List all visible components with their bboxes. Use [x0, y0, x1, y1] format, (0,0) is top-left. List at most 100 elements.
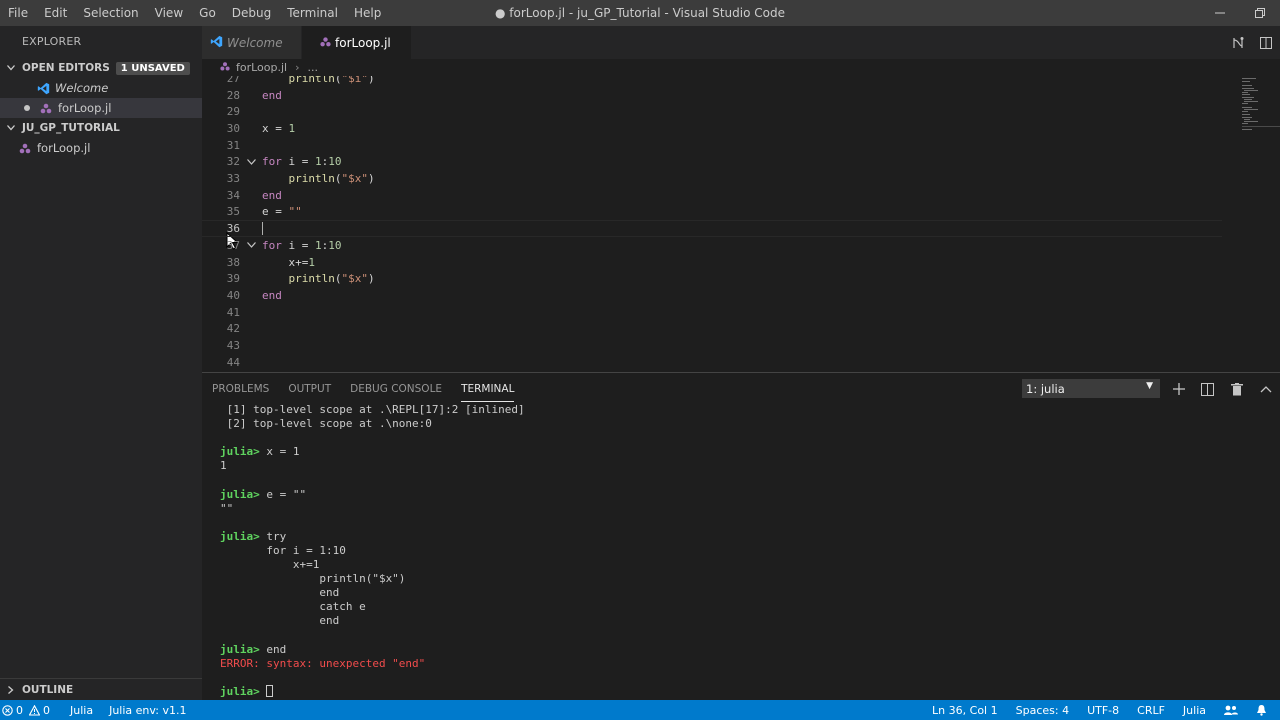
tab-problems[interactable]: PROBLEMS: [212, 377, 269, 401]
status-bar: 0 0 Julia Julia env: v1.1 Ln 36, Col 1 S…: [0, 700, 1280, 720]
outline-label: OUTLINE: [22, 683, 74, 696]
menu-item-edit[interactable]: Edit: [36, 0, 75, 26]
code-line[interactable]: 37 for i = 1:10: [202, 237, 1222, 254]
code-line[interactable]: 35 e = "": [202, 204, 1222, 221]
split-terminal-icon[interactable]: [1193, 382, 1222, 396]
file-item-forloop[interactable]: forLoop.jl: [0, 138, 202, 158]
code-line[interactable]: 33 println("$x"): [202, 170, 1222, 187]
maximize-panel-icon[interactable]: [1251, 385, 1280, 393]
code-line[interactable]: 40 end: [202, 287, 1222, 304]
vscode-icon: [35, 82, 51, 95]
split-editor-icon[interactable]: [1252, 36, 1280, 50]
menu-item-selection[interactable]: Selection: [75, 0, 146, 26]
menu-item-debug[interactable]: Debug: [224, 0, 279, 26]
fold-gutter[interactable]: [240, 158, 262, 165]
code-line[interactable]: 28 end: [202, 87, 1222, 104]
tab-debug-console[interactable]: DEBUG CONSOLE: [350, 377, 442, 401]
explorer-header: EXPLORER: [22, 35, 82, 48]
minimap[interactable]: [1222, 76, 1280, 372]
terminal-line: println("$x"): [220, 572, 406, 586]
line-number: 32: [226, 155, 240, 169]
new-terminal-icon[interactable]: [1164, 383, 1193, 395]
terminal-line: julia> end: [220, 642, 287, 656]
tab-label: forLoop.jl: [335, 35, 391, 50]
indentation-status[interactable]: Spaces: 4: [1007, 704, 1078, 717]
terminal-line: [2] top-level scope at .\none:0: [220, 417, 432, 431]
tab-welcome[interactable]: Welcome: [202, 26, 302, 59]
terminal-output[interactable]: [1] top-level scope at .\REPL[17]:2 [inl…: [220, 403, 1270, 699]
minimize-button[interactable]: [1200, 0, 1240, 26]
eol-status[interactable]: CRLF: [1128, 704, 1174, 717]
code-line[interactable]: 44: [202, 354, 1222, 371]
vscode-icon: [210, 35, 223, 51]
chevron-down-icon: [246, 242, 256, 249]
line-number: 40: [226, 288, 240, 302]
tab-terminal[interactable]: TERMINAL: [461, 377, 515, 402]
open-editors-section[interactable]: OPEN EDITORS 1 UNSAVED: [0, 58, 202, 78]
breadcrumb-file[interactable]: forLoop.jl: [236, 61, 287, 74]
bell-icon[interactable]: [1247, 704, 1276, 716]
code-line[interactable]: 36: [202, 220, 1222, 237]
code-line[interactable]: 31: [202, 137, 1222, 154]
open-editors-label: OPEN EDITORS: [22, 62, 110, 74]
menu-item-help[interactable]: Help: [346, 0, 389, 26]
julia-env-status[interactable]: Julia env: v1.1: [103, 704, 192, 717]
open-editor-item-forloop[interactable]: forLoop.jl: [0, 98, 202, 118]
line-number: 31: [226, 138, 240, 152]
editor-actions: [1224, 26, 1280, 59]
terminal-line: julia> try: [220, 529, 287, 543]
code-text: end: [262, 288, 282, 302]
menu-item-file[interactable]: File: [0, 0, 36, 26]
encoding-status[interactable]: UTF-8: [1078, 704, 1128, 717]
code-text: [262, 222, 263, 236]
menu-item-view[interactable]: View: [147, 0, 191, 26]
code-line[interactable]: 34 end: [202, 187, 1222, 204]
language-server-status[interactable]: Julia: [64, 704, 99, 717]
cursor-position[interactable]: Ln 36, Col 1: [923, 704, 1007, 717]
code-text: end: [262, 188, 282, 202]
terminal-line: "": [220, 501, 234, 515]
line-number: 30: [226, 121, 240, 135]
tab-forloop[interactable]: forLoop.jl: [302, 26, 412, 59]
fold-gutter[interactable]: [240, 242, 262, 249]
menu-item-terminal[interactable]: Terminal: [279, 0, 346, 26]
line-number: 33: [226, 172, 240, 186]
code-line[interactable]: 42: [202, 321, 1222, 338]
problems-status[interactable]: 0 0: [0, 704, 56, 717]
code-line[interactable]: 41: [202, 304, 1222, 321]
restore-button[interactable]: [1240, 0, 1280, 26]
code-editor[interactable]: 27 println("$i") 28 end 29 30 x = 1 31 32 for i …: [202, 76, 1280, 372]
folder-section[interactable]: JU_GP_TUTORIAL: [0, 118, 202, 138]
terminal-line: catch e: [220, 600, 366, 614]
code-line[interactable]: 43: [202, 337, 1222, 354]
code-text: end: [262, 88, 282, 102]
code-line[interactable]: 32 for i = 1:10: [202, 154, 1222, 171]
language-mode[interactable]: Julia: [1174, 704, 1215, 717]
window-controls: [1200, 0, 1280, 26]
code-line[interactable]: 30 x = 1: [202, 120, 1222, 137]
terminal-select[interactable]: 1: julia ▼: [1022, 379, 1160, 398]
terminal-select-value: 1: julia: [1026, 381, 1065, 396]
julia-file-icon: [38, 103, 54, 114]
line-number: 28: [226, 88, 240, 102]
code-line[interactable]: 29: [202, 103, 1222, 120]
line-number: 36: [226, 222, 240, 236]
feedback-icon[interactable]: [1215, 704, 1247, 716]
open-changes-icon[interactable]: [1224, 36, 1252, 50]
outline-section[interactable]: OUTLINE: [0, 678, 202, 700]
warning-icon: [29, 704, 40, 716]
chevron-down-icon: [0, 65, 22, 71]
code-line[interactable]: 38 x+=1: [202, 254, 1222, 271]
open-editor-item-welcome[interactable]: Welcome: [0, 78, 202, 98]
tab-output[interactable]: OUTPUT: [288, 377, 331, 401]
code-text: for i = 1:10: [262, 238, 342, 252]
terminal-line: julia> x = 1: [220, 445, 300, 459]
title-bar: File Edit Selection View Go Debug Terminal Help…: [0, 0, 1280, 26]
menu-item-go[interactable]: Go: [191, 0, 224, 26]
trash-icon[interactable]: [1222, 382, 1251, 396]
code-line[interactable]: 27 println("$i"): [202, 76, 1222, 87]
breadcrumb-symbol[interactable]: ...: [308, 61, 319, 74]
code-line[interactable]: 39 println("$x"): [202, 270, 1222, 287]
